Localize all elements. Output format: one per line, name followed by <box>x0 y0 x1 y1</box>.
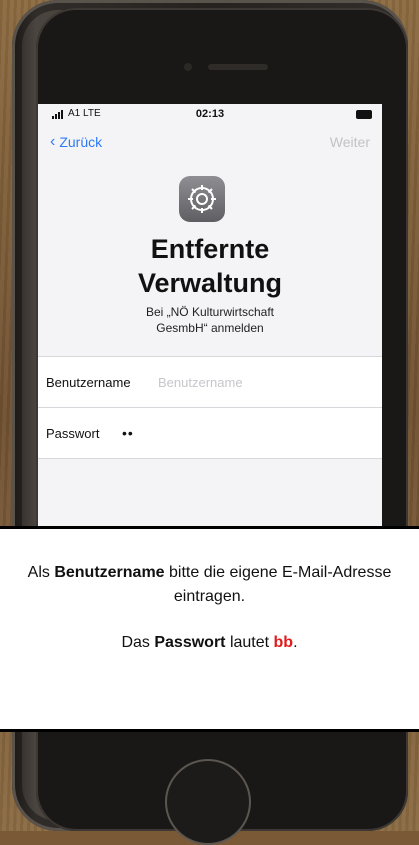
instruction-caption: Als Benutzername bitte die eigene E-Mail… <box>0 526 419 732</box>
back-button-label: Zurück <box>59 134 103 150</box>
password-row: Passwort •• <box>38 408 382 459</box>
front-camera <box>184 63 192 71</box>
page-title-line2: Verwaltung <box>137 268 283 298</box>
username-field[interactable] <box>158 374 308 390</box>
caption-text: Das <box>121 634 155 651</box>
caption-text: bitte die eigene E-Mail-Adresse eintrage… <box>164 564 392 605</box>
caption-username-instruction: Als Benutzername bitte die eigene E-Mail… <box>20 561 399 609</box>
caption-text: lautet <box>225 634 274 651</box>
caption-password-instruction: Das Passwort lautet bb. <box>20 631 399 655</box>
home-button[interactable] <box>165 759 251 845</box>
username-label: Benutzername <box>46 374 131 390</box>
page-title-line1: Entfernte <box>150 234 270 264</box>
caption-text: Als <box>27 564 55 581</box>
login-form: Benutzername Passwort •• <box>38 356 382 459</box>
caption-bold-password: Passwort <box>154 634 226 651</box>
caption-bold-username: Benutzername <box>54 564 165 581</box>
status-bar: A1 LTE 02:13 <box>38 104 382 126</box>
navigation-bar: ‹ Zurück Weiter <box>38 128 382 158</box>
phone-screen: A1 LTE 02:13 ‹ Zurück Weiter Entfernte V… <box>38 104 382 530</box>
status-time: 02:13 <box>195 108 225 120</box>
next-button[interactable]: Weiter <box>330 134 370 150</box>
back-button[interactable]: ‹ Zurück <box>50 133 103 151</box>
subtitle-line1: Bei „NÖ Kulturwirtschaft <box>145 305 275 319</box>
caption-text: . <box>293 634 298 651</box>
caption-password-value: bb <box>273 634 294 651</box>
username-row: Benutzername <box>38 357 382 408</box>
earpiece-speaker <box>208 64 268 70</box>
page-title: Entfernte Verwaltung <box>38 232 382 300</box>
password-field[interactable]: •• <box>122 425 272 441</box>
battery-icon <box>356 110 372 119</box>
password-label: Passwort <box>46 425 100 441</box>
page-subtitle: Bei „NÖ Kulturwirtschaft GesmbH“ anmelde… <box>38 304 382 336</box>
subtitle-line2: GesmbH“ anmelden <box>156 321 264 335</box>
chevron-left-icon: ‹ <box>50 133 56 150</box>
settings-gear-icon <box>179 176 225 222</box>
